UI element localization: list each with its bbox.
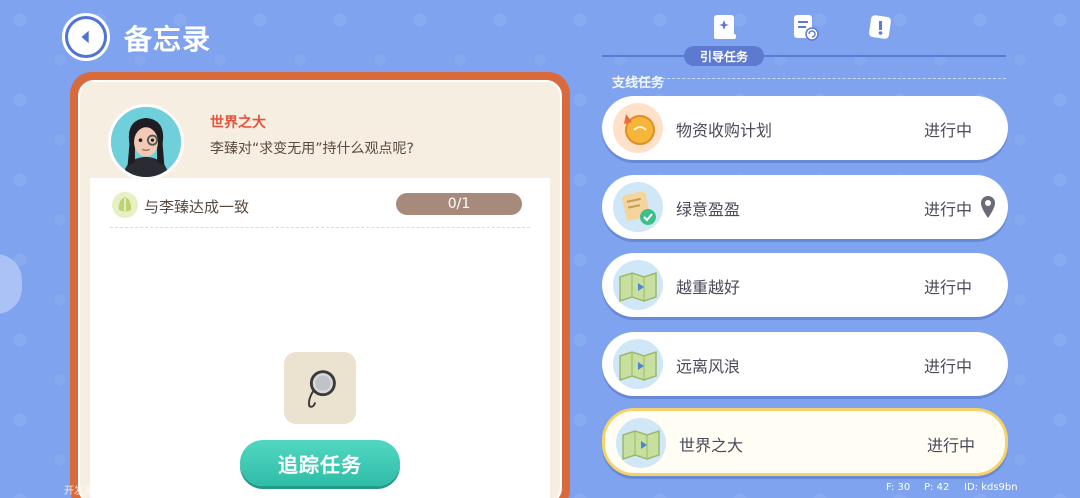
tab-guide-tasks[interactable]: 引导任务 bbox=[684, 46, 764, 66]
quest-title: 远离风浪 bbox=[676, 357, 741, 376]
clipboard-refresh-icon[interactable] bbox=[790, 12, 820, 42]
note-exclaim-icon[interactable] bbox=[866, 12, 896, 42]
quest-list-item[interactable]: 远离风浪 进行中 bbox=[602, 332, 1008, 396]
quest-status: 进行中 bbox=[924, 357, 973, 376]
quest-title: 绿意盈盈 bbox=[676, 200, 741, 219]
dev-build-notice: 开发测试版本，不代表游戏最终品质 bbox=[64, 486, 224, 497]
quest-status: 进行中 bbox=[924, 278, 973, 297]
quest-list-item[interactable]: 物资收购计划 进行中 bbox=[602, 96, 1008, 160]
objective-text: 与李臻达成一致 bbox=[144, 198, 250, 216]
objective-progress: 0/1 bbox=[396, 193, 522, 215]
map-icon bbox=[615, 417, 667, 469]
section-divider bbox=[612, 78, 1006, 79]
guide-book-icon[interactable] bbox=[710, 12, 740, 42]
quest-name: 世界之大 bbox=[210, 115, 266, 131]
quest-status: 进行中 bbox=[924, 121, 973, 140]
objective-leaf-icon bbox=[110, 190, 140, 220]
fps-readout: F: 30 bbox=[886, 482, 911, 493]
quest-list-item[interactable]: 越重越好 进行中 bbox=[602, 253, 1008, 317]
back-button[interactable] bbox=[62, 13, 110, 61]
quest-list-item-selected[interactable]: 世界之大 进行中 bbox=[602, 408, 1008, 476]
gold-coin-icon bbox=[612, 102, 664, 154]
quest-list-item[interactable]: 绿意盈盈 进行中 bbox=[602, 175, 1008, 239]
tab-underline bbox=[602, 55, 1006, 57]
ping-readout: P: 42 bbox=[924, 482, 950, 493]
quest-header: 世界之大 李臻对“求变无用”持什么观点呢? bbox=[92, 92, 548, 182]
quest-detail-panel: 世界之大 李臻对“求变无用”持什么观点呢? 与李臻达成一致 0/1 追踪任务 bbox=[70, 72, 570, 498]
section-label: 支线任务 bbox=[612, 76, 665, 91]
npc-avatar bbox=[108, 104, 184, 180]
quest-title: 物资收购计划 bbox=[676, 121, 773, 140]
quest-title: 世界之大 bbox=[679, 436, 744, 455]
objective-row: 与李臻达成一致 0/1 bbox=[110, 188, 530, 228]
map-icon bbox=[612, 338, 664, 390]
quest-status: 进行中 bbox=[927, 436, 976, 455]
session-id: ID: kds9bn bbox=[964, 482, 1018, 493]
quest-detail-inner: 世界之大 李臻对“求变无用”持什么观点呢? 与李臻达成一致 0/1 追踪任务 bbox=[78, 80, 562, 498]
location-pin-icon[interactable] bbox=[980, 195, 996, 219]
quest-status: 进行中 bbox=[924, 200, 973, 219]
notepad-check-icon bbox=[612, 181, 664, 233]
map-icon bbox=[612, 259, 664, 311]
reward-item[interactable] bbox=[284, 352, 356, 424]
objective-area: 与李臻达成一致 0/1 追踪任务 bbox=[90, 178, 550, 498]
quest-title: 越重越好 bbox=[676, 278, 741, 297]
page-title: 备忘录 bbox=[124, 23, 212, 56]
monocle-icon bbox=[308, 370, 336, 408]
track-quest-button[interactable]: 追踪任务 bbox=[240, 440, 400, 486]
back-arrow-icon bbox=[68, 19, 104, 55]
quest-description: 李臻对“求变无用”持什么观点呢? bbox=[210, 141, 414, 157]
